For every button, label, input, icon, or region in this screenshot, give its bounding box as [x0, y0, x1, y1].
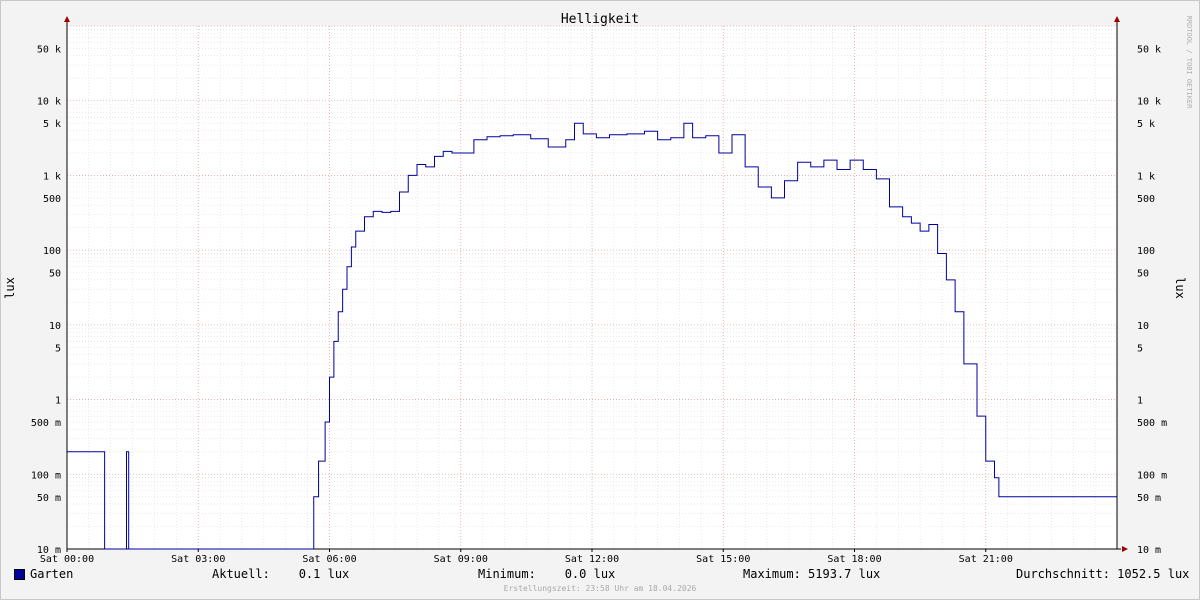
y-tick-label-left: 1 k — [43, 171, 61, 182]
legend-minimum: Minimum: 0.0 lux — [478, 567, 616, 581]
x-tick-label: Sat 12:00 — [565, 554, 619, 565]
y-tick-label-left: 10 m — [37, 545, 61, 556]
y-tick-label-right: 1 — [1137, 396, 1143, 407]
y-tick-label-left: 1 — [55, 396, 61, 407]
x-tick-label: Sat 21:00 — [959, 554, 1013, 565]
y-tick-label-right: 50 m — [1137, 493, 1161, 504]
legend-series-name: Garten — [30, 567, 74, 581]
y-tick-label-right: 5 — [1137, 343, 1143, 354]
footer-timestamp: Erstellungszeit: 23:58 Uhr am 18.04.2026 — [503, 584, 697, 593]
y-tick-label-left: 5 k — [43, 119, 61, 130]
x-tick-label: Sat 06:00 — [302, 554, 356, 565]
y-axis-arrow-left — [64, 16, 70, 22]
legend-swatch-garten — [14, 569, 25, 580]
y-tick-label-right: 100 m — [1137, 470, 1167, 481]
y-tick-label-left: 500 m — [31, 418, 61, 429]
y-axis-label-left: lux — [3, 277, 17, 299]
y-tick-label-left: 10 k — [37, 97, 61, 108]
x-tick-label: Sat 18:00 — [827, 554, 881, 565]
y-axis-arrow-right — [1114, 16, 1120, 22]
x-tick-label: Sat 09:00 — [434, 554, 488, 565]
y-tick-label-right: 500 — [1137, 194, 1155, 205]
y-tick-label-left: 50 k — [37, 44, 61, 55]
y-tick-label-right: 10 — [1137, 321, 1149, 332]
y-axis-label-right: lux — [1173, 277, 1187, 299]
y-tick-label-right: 500 m — [1137, 418, 1167, 429]
y-tick-label-right: 50 k — [1137, 44, 1161, 55]
y-tick-label-right: 100 — [1137, 246, 1155, 257]
brightness-chart: Helligkeit RRDTOOL / TOBI OETIKER lux lu… — [3, 12, 1193, 565]
legend-maximum: Maximum: 5193.7 lux — [743, 567, 881, 581]
y-tick-label-right: 1 k — [1137, 171, 1155, 182]
watermark: RRDTOOL / TOBI OETIKER — [1185, 16, 1193, 110]
legend-durchschnitt: Durchschnitt: 1052.5 lux — [1016, 567, 1190, 581]
y-tick-label-left: 100 — [43, 246, 61, 257]
y-tick-label-left: 5 — [55, 343, 61, 354]
y-tick-label-left: 50 m — [37, 493, 61, 504]
y-tick-label-left: 10 — [49, 321, 61, 332]
legend-aktuell: Aktuell: 0.1 lux — [212, 567, 350, 581]
y-tick-label-right: 10 m — [1137, 545, 1161, 556]
y-tick-label-right: 10 k — [1137, 97, 1161, 108]
y-tick-label-right: 5 k — [1137, 119, 1155, 130]
x-axis-arrow — [1122, 546, 1128, 552]
y-tick-label-left: 50 — [49, 269, 61, 280]
y-tick-label-right: 50 — [1137, 269, 1149, 280]
y-tick-label-left: 100 m — [31, 470, 61, 481]
x-tick-label: Sat 15:00 — [696, 554, 750, 565]
chart-title: Helligkeit — [561, 12, 639, 27]
x-tick-label: Sat 03:00 — [171, 554, 225, 565]
y-tick-label-left: 500 — [43, 194, 61, 205]
